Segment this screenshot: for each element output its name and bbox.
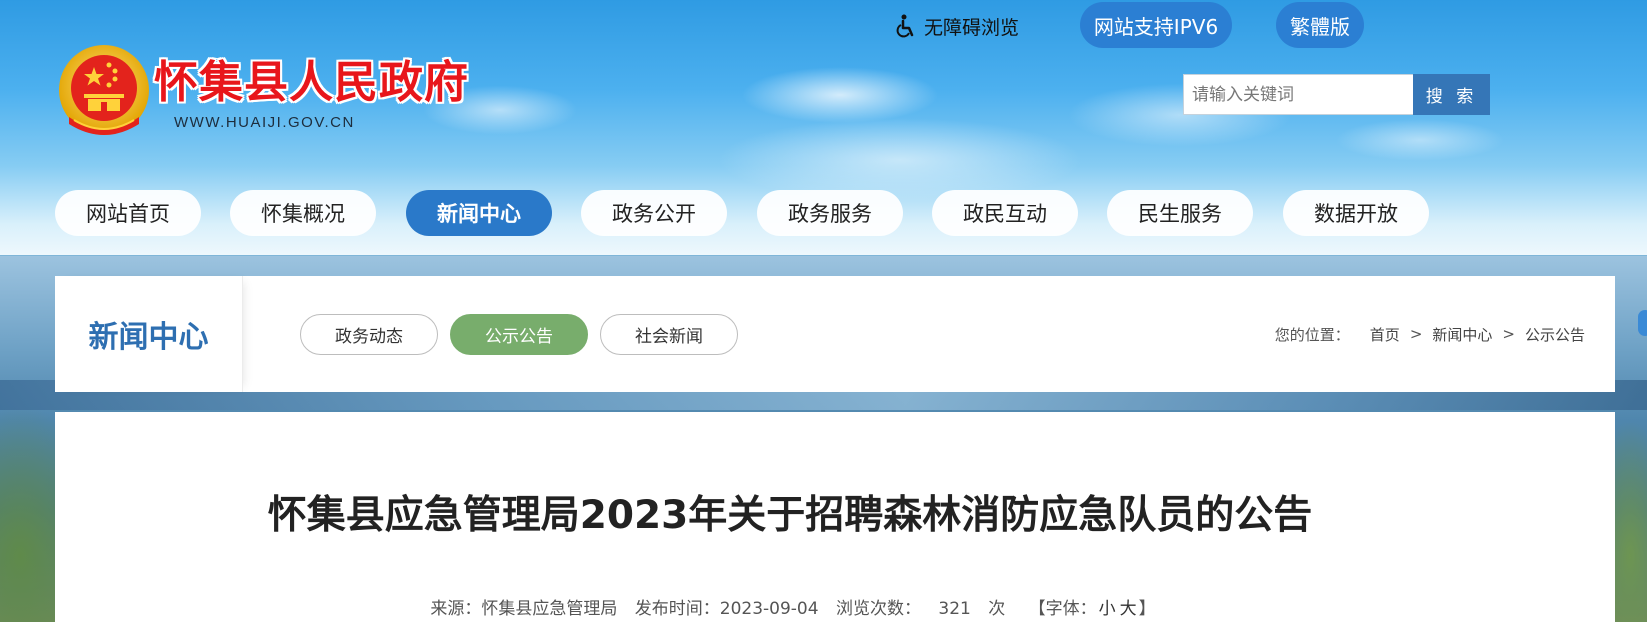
article-date: 发布时间：2023-09-04: [634, 599, 819, 619]
breadcrumb-public-notices[interactable]: 公示公告: [1525, 324, 1585, 345]
breadcrumb-news-center[interactable]: 新闻中心: [1432, 324, 1492, 345]
article-title: 怀集县应急管理局2023年关于招聘森林消防应急队员的公告: [267, 493, 1313, 538]
section-header: 新闻中心 政务动态 公示公告 社会新闻 您的位置： 首页 > 新闻中心 > 公示…: [55, 276, 1615, 392]
accessibility-link[interactable]: 无障碍浏览: [896, 10, 1019, 42]
search-button[interactable]: 搜 索: [1413, 74, 1490, 115]
nav-item-open-data[interactable]: 数据开放: [1283, 190, 1429, 236]
site-name: 怀集县人民政府: [154, 57, 469, 108]
traditional-chinese-button[interactable]: 繁體版: [1276, 2, 1364, 48]
subtab-public-notices[interactable]: 公示公告: [450, 314, 588, 355]
nav-item-interaction[interactable]: 政民互动: [932, 190, 1078, 236]
side-float-tab[interactable]: [1638, 310, 1647, 336]
view-count-label: 浏览次数：: [835, 599, 921, 619]
breadcrumb-prefix: 您的位置：: [1274, 325, 1350, 344]
subtab-social-news[interactable]: 社会新闻: [600, 314, 738, 355]
article-source: 来源：怀集县应急管理局: [430, 599, 618, 619]
view-count-unit: 次: [988, 599, 1006, 619]
nav-item-news-center[interactable]: 新闻中心: [406, 190, 552, 236]
site-logo[interactable]: 怀集县人民政府 WWW.HUAIJI.GOV.CN: [54, 42, 494, 142]
breadcrumb-separator: >: [1409, 325, 1423, 343]
breadcrumb-home[interactable]: 首页: [1370, 324, 1400, 345]
article-panel: 怀集县应急管理局2023年关于招聘森林消防应急队员的公告 来源：怀集县应急管理局…: [55, 412, 1615, 622]
breadcrumb-separator: >: [1502, 325, 1515, 343]
nav-item-home[interactable]: 网站首页: [55, 190, 201, 236]
nav-item-overview[interactable]: 怀集概况: [230, 190, 376, 236]
font-large-link[interactable]: 大: [1120, 599, 1137, 619]
subtab-government-news[interactable]: 政务动态: [300, 314, 438, 355]
font-size-close: 】: [1138, 599, 1156, 619]
section-title: 新闻中心: [55, 276, 243, 392]
main-nav: 网站首页 怀集概况 新闻中心 政务公开 政务服务 政民互动 民生服务 数据开放: [55, 190, 1455, 236]
national-emblem-icon: [59, 45, 149, 135]
site-domain: WWW.HUAIJI.GOV.CN: [174, 114, 355, 131]
search-bar: 搜 索: [1183, 74, 1490, 115]
article-meta: 来源：怀集县应急管理局 发布时间：2023-09-04 浏览次数： 321 次 …: [55, 594, 1525, 619]
breadcrumb: 您的位置： 首页 > 新闻中心 > 公示公告: [1275, 322, 1585, 346]
font-small-link[interactable]: 小: [1099, 599, 1116, 619]
wheelchair-icon: [896, 14, 914, 38]
nav-item-livelihood[interactable]: 民生服务: [1107, 190, 1253, 236]
search-input[interactable]: [1183, 74, 1413, 115]
view-count: 321: [938, 599, 971, 619]
nav-item-government-services[interactable]: 政务服务: [757, 190, 903, 236]
font-size-label: 【字体：: [1028, 599, 1097, 619]
nav-item-government-affairs[interactable]: 政务公开: [581, 190, 727, 236]
ipv6-badge[interactable]: 网站支持IPV6: [1080, 2, 1232, 48]
accessibility-label: 无障碍浏览: [924, 16, 1020, 39]
